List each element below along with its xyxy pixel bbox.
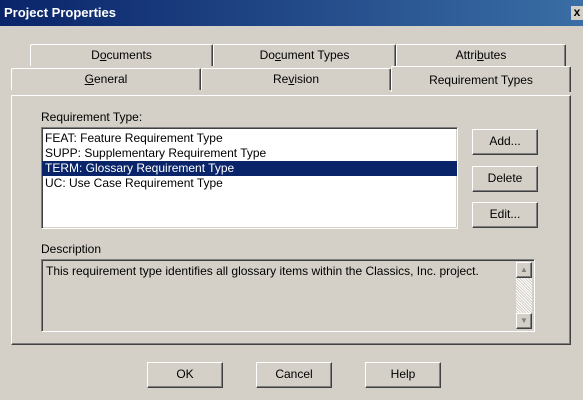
tab-revision-label-a: Re bbox=[272, 72, 289, 86]
list-item[interactable]: SUPP: Supplementary Requirement Type bbox=[42, 146, 457, 161]
scroll-up-icon[interactable]: ▲ bbox=[516, 262, 532, 278]
tab-revision-label-c: ision bbox=[294, 72, 320, 86]
tab-general-label-c: eneral bbox=[93, 72, 128, 86]
tab-requirement-types-label: Requirement Types bbox=[429, 73, 533, 87]
tab-general[interactable]: General bbox=[11, 68, 201, 90]
help-button[interactable]: Help bbox=[365, 362, 441, 388]
tab-attributes-label-a: Attri bbox=[455, 48, 477, 62]
window-title: Project Properties bbox=[4, 5, 116, 20]
requirement-type-list[interactable]: FEAT: Feature Requirement Type SUPP: Sup… bbox=[41, 127, 458, 229]
description-text: This requirement type identifies all glo… bbox=[46, 264, 479, 278]
tab-documents-label-b: o bbox=[99, 48, 107, 62]
tab-attributes-label-c: utes bbox=[483, 48, 507, 62]
scroll-down-icon[interactable]: ▼ bbox=[516, 313, 532, 329]
description-field: This requirement type identifies all glo… bbox=[41, 259, 535, 332]
tab-document-types-label-c: ument Types bbox=[280, 48, 350, 62]
ok-button[interactable]: OK bbox=[147, 362, 223, 388]
tab-attributes[interactable]: Attributes bbox=[396, 44, 566, 66]
tab-documents-label-c: cuments bbox=[106, 48, 152, 62]
tab-attributes-label-b: b bbox=[476, 48, 484, 62]
list-item[interactable]: FEAT: Feature Requirement Type bbox=[42, 131, 457, 146]
title-bar: Project Properties x bbox=[0, 0, 583, 26]
list-item-selected[interactable]: TERM: Glossary Requirement Type bbox=[42, 161, 457, 176]
cancel-button[interactable]: Cancel bbox=[256, 362, 332, 388]
tab-requirement-types[interactable]: Requirement Types bbox=[391, 66, 571, 92]
description-label: Description bbox=[41, 242, 102, 256]
requirement-type-label: Requirement Type: bbox=[41, 110, 143, 124]
description-scrollbar[interactable]: ▲ ▼ bbox=[516, 262, 532, 329]
add-button[interactable]: Add... bbox=[472, 129, 538, 155]
tab-documents[interactable]: Documents bbox=[30, 44, 213, 66]
edit-button[interactable]: Edit... bbox=[472, 202, 538, 228]
delete-button[interactable]: Delete bbox=[472, 166, 538, 192]
tab-document-types-label-a: Do bbox=[259, 48, 275, 62]
list-item[interactable]: UC: Use Case Requirement Type bbox=[42, 176, 457, 191]
close-icon[interactable]: x bbox=[571, 6, 583, 20]
tab-general-label-b: G bbox=[84, 72, 94, 86]
tab-revision[interactable]: Revision bbox=[201, 68, 391, 90]
tab-documents-label-a: D bbox=[91, 48, 100, 62]
tab-document-types[interactable]: Document Types bbox=[213, 44, 396, 66]
